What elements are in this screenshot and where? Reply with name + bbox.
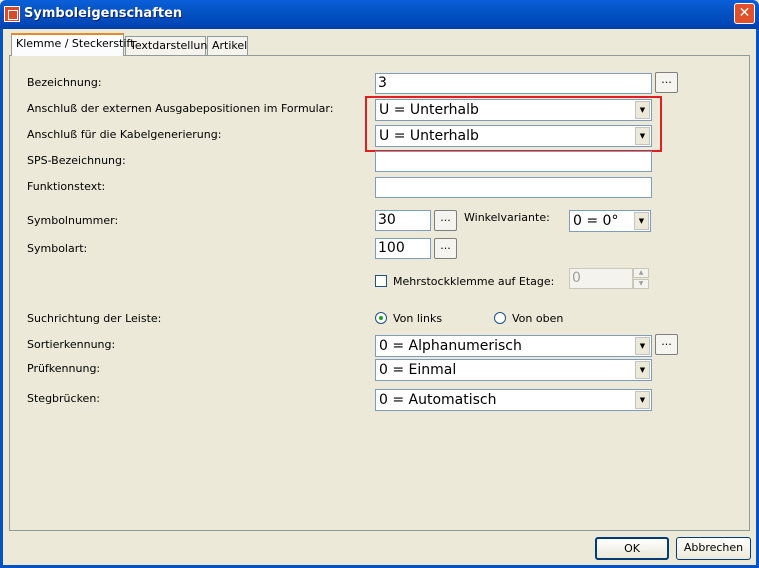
window-title: Symboleigenschaften bbox=[24, 6, 183, 21]
sortierkennung-label: Sortierkennung: bbox=[27, 338, 116, 351]
tab-klemme-steckerstift[interactable]: Klemme / Steckerstift bbox=[11, 33, 134, 56]
app-icon bbox=[4, 6, 20, 22]
anschluss-ausgabe-label: Anschluß der externen Ausgabepositionen … bbox=[27, 102, 334, 115]
symbolnummer-label: Symbolnummer: bbox=[27, 214, 119, 227]
suchrichtung-von-links-radio[interactable] bbox=[375, 312, 387, 324]
chevron-down-icon[interactable]: ▼ bbox=[635, 361, 650, 379]
pruefkennung-select[interactable]: 0 = Einmal ▼ bbox=[375, 359, 652, 381]
stegbruecken-value: 0 = Automatisch bbox=[379, 392, 497, 408]
stegbruecken-label: Stegbrücken: bbox=[27, 392, 100, 405]
suchrichtung-von-oben-label: Von oben bbox=[512, 312, 564, 325]
sps-label: SPS-Bezeichnung: bbox=[27, 154, 126, 167]
suchrichtung-von-links-label: Von links bbox=[393, 312, 443, 325]
sortierkennung-select[interactable]: 0 = Alphanumerisch ▼ bbox=[375, 335, 652, 357]
spin-up-icon[interactable]: ▲ bbox=[633, 268, 649, 278]
spin-down-icon[interactable]: ▼ bbox=[633, 279, 649, 289]
pruefkennung-label: Prüfkennung: bbox=[27, 362, 101, 375]
tab-artikel[interactable]: Artikel bbox=[207, 36, 248, 55]
window-frame-left bbox=[0, 29, 3, 568]
symbolart-label: Symbolart: bbox=[27, 242, 88, 255]
highlight-box bbox=[365, 96, 662, 152]
pruefkennung-value: 0 = Einmal bbox=[379, 362, 457, 378]
sortierkennung-value: 0 = Alphanumerisch bbox=[379, 338, 522, 354]
bezeichnung-label: Bezeichnung: bbox=[27, 76, 102, 89]
sps-input[interactable] bbox=[375, 151, 652, 172]
winkelvariante-label: Winkelvariante: bbox=[464, 211, 550, 224]
cancel-button[interactable]: Abbrechen bbox=[676, 537, 751, 560]
mehrstock-etage-input[interactable]: 0 bbox=[569, 268, 633, 289]
mehrstock-checkbox[interactable] bbox=[375, 275, 387, 287]
winkelvariante-select[interactable]: 0 = 0° ▼ bbox=[569, 210, 651, 232]
sortierkennung-browse-button[interactable]: ... bbox=[655, 334, 678, 355]
funktionstext-input[interactable] bbox=[375, 177, 652, 198]
close-button[interactable]: ✕ bbox=[734, 3, 755, 24]
symbolart-browse-button[interactable]: ... bbox=[434, 238, 457, 259]
funktionstext-label: Funktionstext: bbox=[27, 180, 106, 193]
chevron-down-icon[interactable]: ▼ bbox=[634, 212, 649, 230]
anschluss-kabel-label: Anschluß für die Kabelgenerierung: bbox=[27, 128, 222, 141]
symbolnummer-input[interactable]: 30 bbox=[375, 210, 431, 231]
suchrichtung-label: Suchrichtung der Leiste: bbox=[27, 312, 162, 325]
winkelvariante-value: 0 = 0° bbox=[573, 213, 619, 229]
tab-textdarstellung[interactable]: Textdarstellung bbox=[125, 36, 214, 55]
bezeichnung-browse-button[interactable]: ... bbox=[655, 72, 678, 93]
chevron-down-icon[interactable]: ▼ bbox=[635, 391, 650, 409]
symbolnummer-browse-button[interactable]: ... bbox=[434, 210, 457, 231]
ok-button[interactable]: OK bbox=[595, 537, 669, 560]
mehrstock-label: Mehrstockklemme auf Etage: bbox=[393, 275, 555, 288]
bezeichnung-input[interactable]: 3 bbox=[375, 73, 652, 94]
symbolart-input[interactable]: 100 bbox=[375, 238, 431, 259]
chevron-down-icon[interactable]: ▼ bbox=[635, 337, 650, 355]
stegbruecken-select[interactable]: 0 = Automatisch ▼ bbox=[375, 389, 652, 411]
suchrichtung-von-oben-radio[interactable] bbox=[494, 312, 506, 324]
